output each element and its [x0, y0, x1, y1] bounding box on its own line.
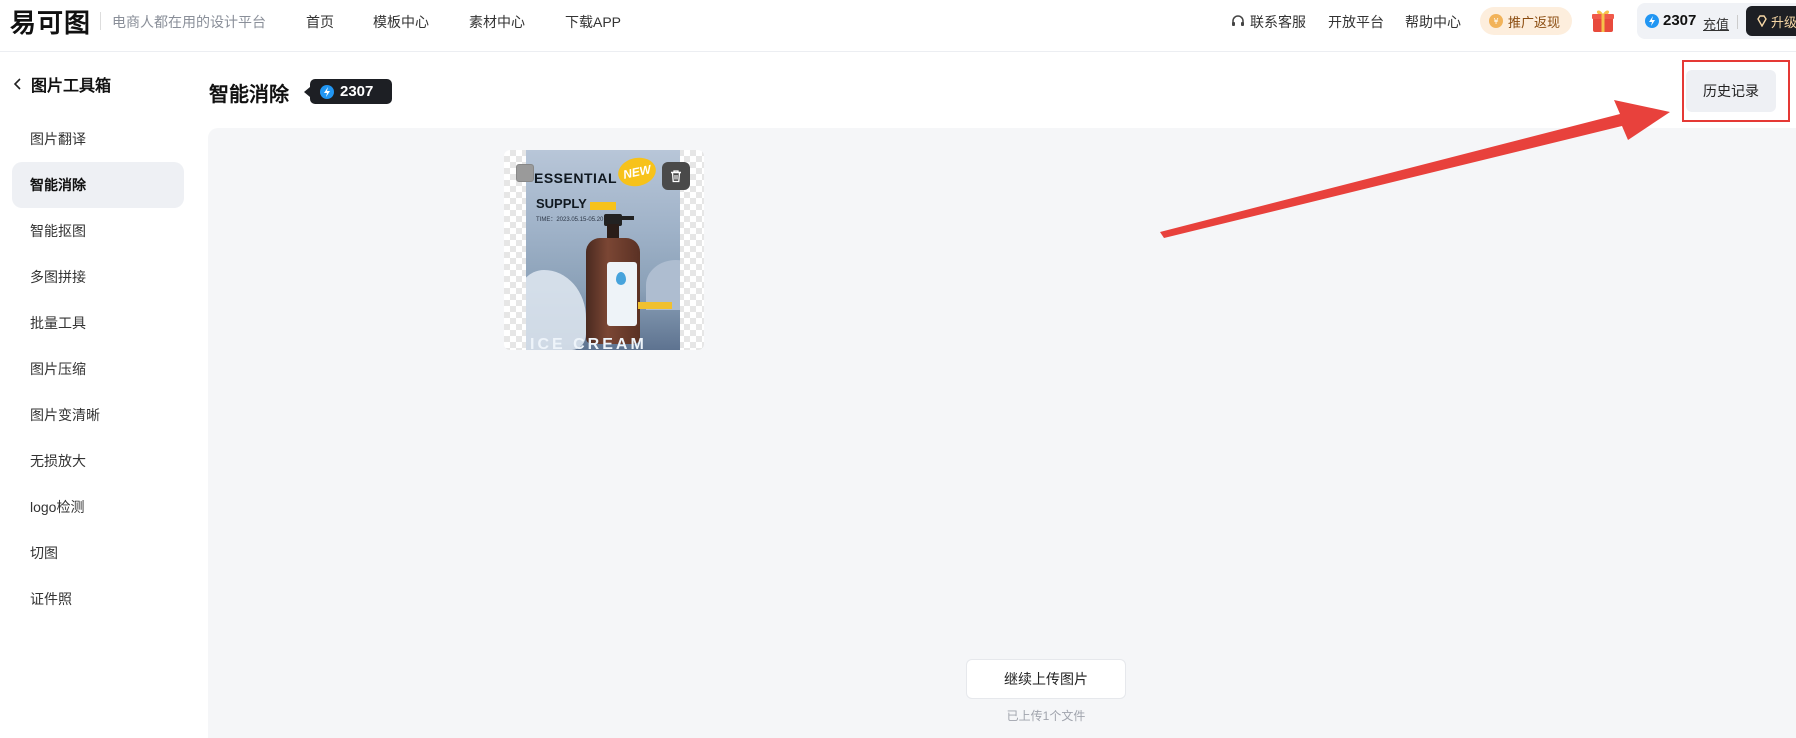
- water-drop-icon: [616, 272, 626, 285]
- sidebar-item-id-photo[interactable]: 证件照: [12, 576, 184, 622]
- promo-cashback-button[interactable]: ¥ 推广返现: [1480, 7, 1572, 35]
- delete-button[interactable]: [662, 162, 690, 190]
- divider: [100, 12, 101, 30]
- sidebar-item-image-translate[interactable]: 图片翻译: [12, 116, 184, 162]
- lightning-coin-icon: [1645, 14, 1659, 33]
- logo-text: 易可图: [10, 7, 92, 38]
- upgrade-button[interactable]: 升级: [1746, 6, 1796, 36]
- points-badge: 2307: [304, 79, 392, 104]
- lightning-coin-icon: [320, 84, 334, 99]
- nav-download-app[interactable]: 下载APP: [565, 12, 621, 32]
- sidebar-item-smart-erase[interactable]: 智能消除: [12, 162, 184, 208]
- poster-price-tag: [638, 302, 672, 309]
- divider: [1737, 15, 1738, 29]
- gift-icon[interactable]: [1591, 7, 1615, 33]
- chevron-left-icon: [13, 78, 21, 90]
- help-center-link[interactable]: 帮助中心: [1405, 12, 1461, 32]
- select-checkbox[interactable]: [516, 164, 534, 182]
- points-value: 2307: [1663, 12, 1697, 29]
- upload-count: 已上传1个文件: [1006, 709, 1086, 723]
- sidebar-item-compress[interactable]: 图片压缩: [12, 346, 184, 392]
- diamond-icon: [1757, 15, 1767, 27]
- open-platform-link[interactable]: 开放平台: [1328, 12, 1384, 32]
- sidebar-item-slice[interactable]: 切图: [12, 530, 184, 576]
- coin-icon: ¥: [1489, 14, 1503, 28]
- annotation-arrow: [1160, 100, 1670, 238]
- poster-time: TIME：2023.05.15-05.20: [536, 217, 604, 223]
- nav-templates[interactable]: 模板中心: [373, 12, 429, 32]
- poster-subtitle: SUPPLY: [536, 196, 587, 211]
- annotation-highlight-box: [1682, 60, 1790, 122]
- slogan: 电商人都在用的设计平台: [112, 14, 266, 30]
- sidebar-item-logo-detect[interactable]: logo检测: [12, 484, 184, 530]
- headset-icon: [1232, 15, 1244, 26]
- sidebar-item-collage[interactable]: 多图拼接: [12, 254, 184, 300]
- sidebar-item-batch-tools[interactable]: 批量工具: [12, 300, 184, 346]
- uploaded-image-card[interactable]: ESSENTIAL SUPPLY NEW TIME：2023.05.15-05.…: [504, 150, 704, 350]
- logo[interactable]: 易可图: [10, 6, 91, 38]
- back-to-toolbox[interactable]: 图片工具箱: [13, 72, 111, 96]
- upgrade-label: 升级: [1771, 14, 1796, 30]
- poster-tag: [590, 202, 616, 210]
- trash-icon: [671, 170, 681, 183]
- poster-title: ESSENTIAL: [534, 170, 618, 186]
- svg-text:¥: ¥: [1493, 17, 1498, 26]
- recharge-link[interactable]: 充值: [1703, 14, 1729, 33]
- sidebar-item-cutout[interactable]: 智能抠图: [12, 208, 184, 254]
- toolbox-title: 图片工具箱: [31, 78, 112, 95]
- customer-service-link[interactable]: 联系客服: [1230, 12, 1306, 32]
- bottle-nozzle: [620, 216, 634, 220]
- customer-service-label: 联系客服: [1250, 14, 1306, 30]
- sidebar-item-sharpen[interactable]: 图片变清晰: [12, 392, 184, 438]
- top-navbar: 易可图 电商人都在用的设计平台 首页 模板中心 素材中心 下载APP 联系客服 …: [0, 0, 1796, 52]
- promo-label: 推广返现: [1508, 14, 1561, 30]
- sidebar: 图片工具箱 图片翻译 智能消除 智能抠图 多图拼接 批量工具 图片压缩 图片变清…: [0, 52, 200, 738]
- poster-new-badge: NEW: [615, 154, 659, 190]
- nav-home[interactable]: 首页: [306, 12, 334, 32]
- points-badge-value: 2307: [340, 83, 374, 100]
- poster-bottom-text: ICE CREAM: [530, 336, 647, 350]
- sidebar-item-upscale[interactable]: 无损放大: [12, 438, 184, 484]
- page-title: 智能消除: [209, 84, 289, 106]
- continue-upload-button[interactable]: 继续上传图片: [966, 659, 1126, 699]
- nav-assets[interactable]: 素材中心: [469, 12, 525, 32]
- product-poster-image: ESSENTIAL SUPPLY NEW TIME：2023.05.15-05.…: [526, 150, 680, 350]
